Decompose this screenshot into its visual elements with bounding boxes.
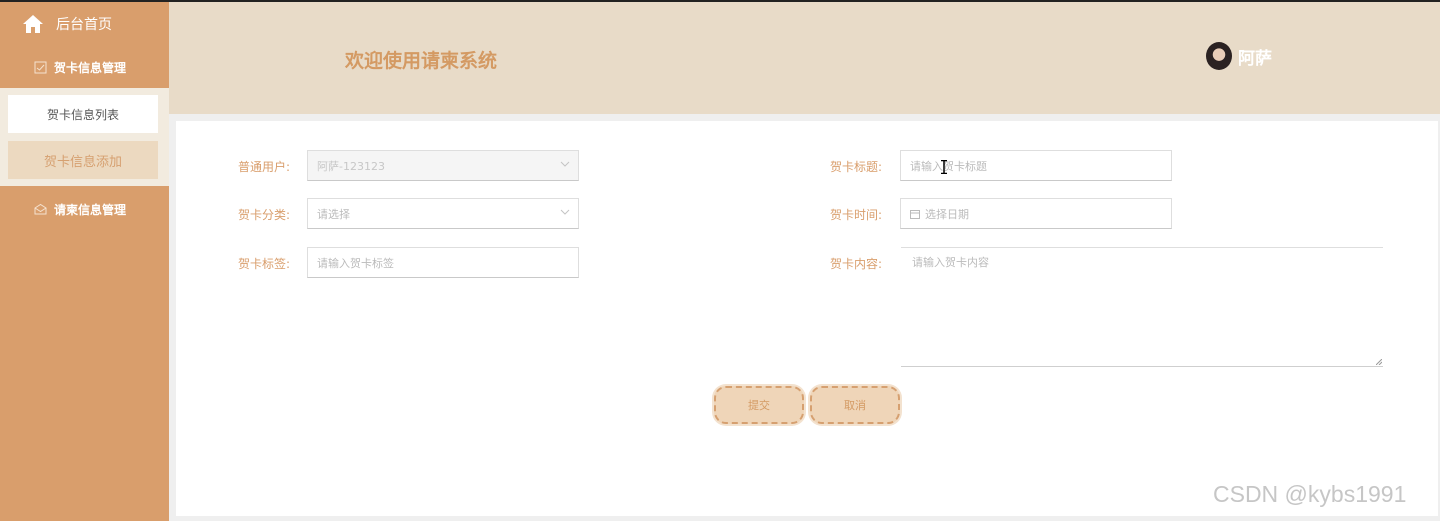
category-select-placeholder: 请选择 bbox=[317, 207, 350, 221]
time-label: 贺卡时间: bbox=[829, 208, 882, 222]
title-input-placeholder: 请输入贺卡标题 bbox=[910, 159, 987, 173]
chevron-down-icon bbox=[560, 209, 570, 215]
sidebar-item-label: 贺卡信息添加 bbox=[43, 154, 122, 170]
text-cursor-icon bbox=[941, 160, 947, 174]
content-textarea[interactable]: 请输入贺卡内容 bbox=[901, 247, 1383, 367]
user-label: 普通用户: bbox=[237, 160, 290, 174]
user-select-value: 阿萨-123123 bbox=[317, 159, 385, 173]
chevron-down-icon bbox=[560, 161, 570, 167]
date-picker-placeholder: 选择日期 bbox=[925, 207, 969, 221]
sidebar-item-card-list[interactable]: 贺卡信息列表 bbox=[8, 95, 158, 133]
cancel-button[interactable]: 取消 bbox=[810, 386, 900, 424]
sidebar-submenu: 贺卡信息列表 贺卡信息添加 bbox=[0, 88, 169, 186]
sidebar: 后台首页 贺卡信息管理 贺卡信息列表 贺卡信息添加 请柬信息管理 bbox=[0, 2, 169, 521]
watermark: CSDN @kybs1991 bbox=[1213, 481, 1407, 507]
resize-handle-icon[interactable] bbox=[1376, 359, 1382, 365]
title-label: 贺卡标题: bbox=[829, 160, 882, 174]
sidebar-group-label: 请柬信息管理 bbox=[54, 202, 127, 217]
tag-input-placeholder: 请输入贺卡标签 bbox=[317, 256, 394, 270]
content-label: 贺卡内容: bbox=[829, 257, 882, 271]
main-content: 普通用户: 阿萨-123123 贺卡分类: 请选择 贺卡标签: 请输入贺卡标签 … bbox=[176, 121, 1438, 516]
checkbox-icon bbox=[34, 61, 47, 73]
username[interactable]: 阿萨 bbox=[1238, 44, 1272, 69]
page-title: 欢迎使用请柬系统 bbox=[345, 50, 498, 72]
category-label: 贺卡分类: bbox=[237, 208, 290, 222]
tag-input[interactable]: 请输入贺卡标签 bbox=[307, 247, 579, 278]
date-picker[interactable]: 选择日期 bbox=[900, 198, 1172, 229]
sidebar-group-invitation-management[interactable]: 请柬信息管理 bbox=[0, 188, 169, 230]
sidebar-item-card-add[interactable]: 贺卡信息添加 bbox=[8, 141, 158, 179]
content-textarea-placeholder: 请输入贺卡内容 bbox=[912, 256, 989, 269]
sidebar-group-label: 贺卡信息管理 bbox=[54, 60, 127, 75]
user-menu[interactable]: 阿萨 bbox=[1206, 42, 1272, 70]
category-select[interactable]: 请选择 bbox=[307, 198, 579, 229]
tag-label: 贺卡标签: bbox=[237, 257, 290, 271]
envelope-icon bbox=[34, 203, 47, 214]
header: 欢迎使用请柬系统 阿萨 bbox=[169, 2, 1440, 114]
sidebar-item-home[interactable]: 后台首页 bbox=[0, 2, 169, 46]
home-icon bbox=[23, 15, 43, 33]
calendar-icon bbox=[910, 209, 920, 219]
sidebar-group-card-management[interactable]: 贺卡信息管理 bbox=[0, 46, 169, 88]
user-select: 阿萨-123123 bbox=[307, 150, 579, 181]
sidebar-home-label: 后台首页 bbox=[56, 17, 112, 33]
sidebar-item-label: 贺卡信息列表 bbox=[46, 107, 119, 122]
submit-button[interactable]: 提交 bbox=[714, 386, 804, 424]
avatar[interactable] bbox=[1206, 42, 1232, 70]
